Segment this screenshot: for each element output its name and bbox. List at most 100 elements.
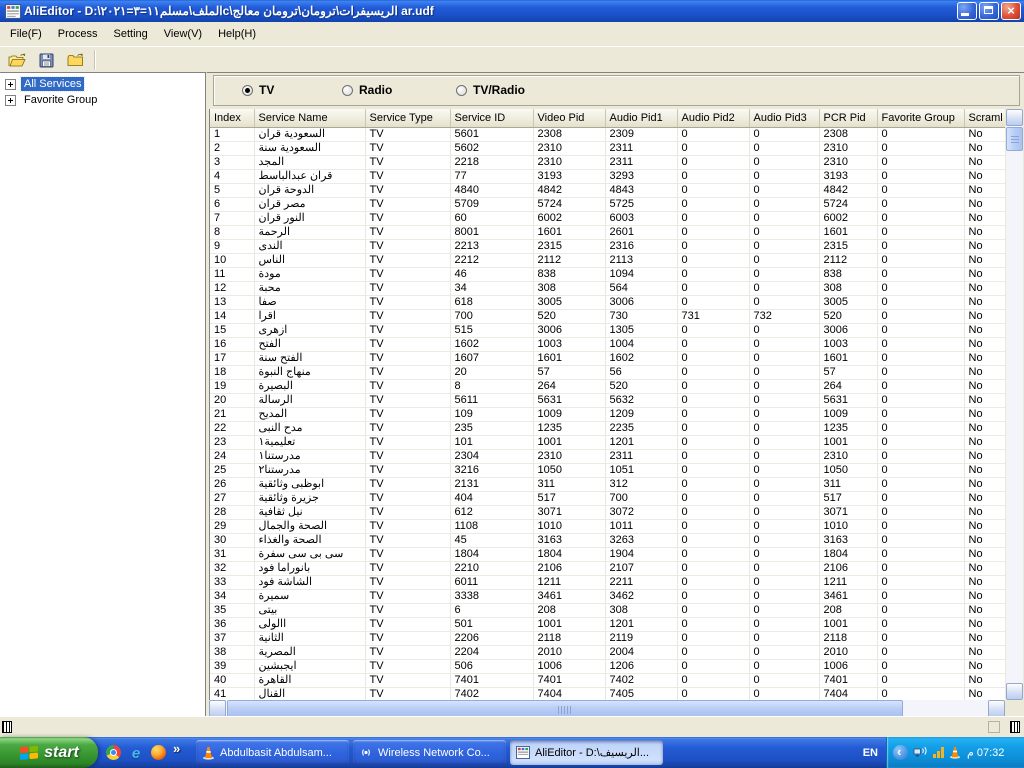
scroll-up-button[interactable]	[1006, 109, 1023, 126]
table-row[interactable]: 18منهاج النبوةTV20575600570No	[210, 365, 1005, 379]
hide-icons-chevron[interactable]	[893, 745, 908, 760]
column-header-service_id[interactable]: Service ID	[450, 109, 533, 127]
firefox-icon[interactable]	[151, 745, 166, 760]
menu-help[interactable]: Help(H)	[210, 25, 264, 43]
table-row[interactable]: 12محبةTV34308564003080No	[210, 281, 1005, 295]
table-row[interactable]: 10الناسTV2212211221130021120No	[210, 253, 1005, 267]
table-row[interactable]: 25مدرستنا٢TV3216105010510010500No	[210, 463, 1005, 477]
table-row[interactable]: 17الفتح سنةTV1607160116020016010No	[210, 351, 1005, 365]
table-row[interactable]: 33الشاشة فودTV6011121122110012110No	[210, 575, 1005, 589]
table-row[interactable]: 29الصحة والجمالTV1108101010110010100No	[210, 519, 1005, 533]
table-row[interactable]: 8الرحمةTV8001160126010016010No	[210, 225, 1005, 239]
table-cell: 700	[605, 491, 677, 505]
table-row[interactable]: 39ايجبشينTV506100612060010060No	[210, 659, 1005, 673]
task-button-vlc[interactable]: Abdulbasit Abdulsam...	[196, 740, 349, 765]
table-cell: 57	[819, 365, 877, 379]
table-row[interactable]: 19البصيرةTV8264520002640No	[210, 379, 1005, 393]
table-row[interactable]: 14اقراTV7005207307317325200No	[210, 309, 1005, 323]
table-row[interactable]: 3المجدTV2218231023110023100No	[210, 155, 1005, 169]
task-button-wireless[interactable]: Wireless Network Co...	[353, 740, 506, 765]
menu-process[interactable]: Process	[50, 25, 106, 43]
tray-wireless-icon[interactable]	[913, 746, 928, 759]
table-row[interactable]: 24مدرستنا١TV2304231023110023100No	[210, 449, 1005, 463]
scroll-down-button[interactable]	[1006, 683, 1023, 700]
horizontal-scrollbar[interactable]	[209, 700, 1005, 717]
scroll-left-button[interactable]	[209, 700, 226, 717]
table-row[interactable]: 22مدح النبىTV235123522350012350No	[210, 421, 1005, 435]
start-button[interactable]: start	[0, 737, 98, 768]
restore-button[interactable]	[979, 2, 999, 20]
table-row[interactable]: 11مودةTV468381094008380No	[210, 267, 1005, 281]
radio-tv-radio[interactable]: TV/Radio	[456, 83, 525, 97]
table-cell: منهاج النبوة	[254, 365, 365, 379]
tray-vlc-icon[interactable]	[949, 746, 961, 759]
vertical-scrollbar[interactable]	[1006, 109, 1023, 700]
close-button[interactable]: ×	[1001, 2, 1021, 20]
open-file-button[interactable]	[5, 49, 29, 71]
radio-radio[interactable]: Radio	[342, 83, 392, 97]
table-row[interactable]: 32بانوراما فودTV2210210621070021060No	[210, 561, 1005, 575]
scroll-right-button[interactable]	[988, 700, 1005, 717]
sidebar-item-favorite-group[interactable]: Favorite Group	[0, 92, 205, 108]
column-header-audio_pid1[interactable]: Audio Pid1	[605, 109, 677, 127]
quick-launch-overflow-chevron[interactable]: »	[173, 741, 180, 756]
save-button[interactable]	[34, 49, 58, 71]
column-header-scrambled[interactable]: Scraml	[964, 109, 1005, 127]
column-header-favorite_group[interactable]: Favorite Group	[877, 109, 964, 127]
table-row[interactable]: 2السعودية سنةTV5602231023110023100No	[210, 141, 1005, 155]
table-row[interactable]: 31سى بى سى سفرةTV1804180419040018040No	[210, 547, 1005, 561]
table-row[interactable]: 16الفتحTV1602100310040010030No	[210, 337, 1005, 351]
column-header-audio_pid2[interactable]: Audio Pid2	[677, 109, 749, 127]
expand-plus-icon[interactable]	[5, 79, 16, 90]
table-row[interactable]: 38المصريةTV2204201020040020100No	[210, 645, 1005, 659]
table-row[interactable]: 20الرسالةTV5611563156320056310No	[210, 393, 1005, 407]
chrome-icon[interactable]	[106, 745, 121, 760]
table-row[interactable]: 35بيتىTV6208308002080No	[210, 603, 1005, 617]
table-row[interactable]: 7النور قرانTV60600260030060020No	[210, 211, 1005, 225]
table-row[interactable]: 9الندىTV2213231523160023150No	[210, 239, 1005, 253]
radio-button-icon[interactable]	[342, 85, 353, 96]
vertical-scroll-thumb[interactable]	[1006, 127, 1023, 151]
column-header-index[interactable]: Index	[210, 109, 254, 127]
table-row[interactable]: 15ازهرىTV515300613050030060No	[210, 323, 1005, 337]
table-row[interactable]: 30الصحة والغذاءTV45316332630031630No	[210, 533, 1005, 547]
column-header-video_pid[interactable]: Video Pid	[533, 109, 605, 127]
column-header-service_type[interactable]: Service Type	[365, 109, 450, 127]
table-row[interactable]: 21المديحTV109100912090010090No	[210, 407, 1005, 421]
table-row[interactable]: 36االولىTV501100112010010010No	[210, 617, 1005, 631]
table-row[interactable]: 37الثانيةTV2206211821190021180No	[210, 631, 1005, 645]
signal-strength-icon[interactable]	[933, 747, 944, 758]
minimize-button[interactable]	[957, 2, 977, 20]
radio-button-icon[interactable]	[456, 85, 467, 96]
menu-view[interactable]: View(V)	[156, 25, 210, 43]
table-cell: 0	[677, 659, 749, 673]
table-row[interactable]: 27جزيرة وثائقيةTV404517700005170No	[210, 491, 1005, 505]
menu-setting[interactable]: Setting	[106, 25, 156, 43]
table-row[interactable]: 41القنالTV7402740474050074040No	[210, 687, 1005, 700]
table-row[interactable]: 1السعودية قرانTV5601230823090023080No	[210, 127, 1005, 141]
table-row[interactable]: 13صفاTV618300530060030050No	[210, 295, 1005, 309]
menu-file[interactable]: File(F)	[2, 25, 50, 43]
table-row[interactable]: 6مصر قرانTV5709572457250057240No	[210, 197, 1005, 211]
language-indicator[interactable]: EN	[863, 737, 878, 768]
table-row[interactable]: 26ابوظبى وثائقيةTV2131311312003110No	[210, 477, 1005, 491]
radio-button-icon[interactable]	[242, 85, 253, 96]
sidebar-item-all-services[interactable]: All Services	[0, 76, 205, 92]
column-header-audio_pid3[interactable]: Audio Pid3	[749, 109, 819, 127]
internet-explorer-icon[interactable]	[128, 745, 144, 761]
table-row[interactable]: 34سميرةTV3338346134620034610No	[210, 589, 1005, 603]
radio-tv[interactable]: TV	[242, 83, 274, 97]
tree-item-label[interactable]: Favorite Group	[21, 93, 100, 107]
open-folder-button[interactable]	[63, 49, 87, 71]
tree-item-label[interactable]: All Services	[21, 77, 84, 91]
column-header-pcr_pid[interactable]: PCR Pid	[819, 109, 877, 127]
table-row[interactable]: 5الدوحة قرانTV4840484248430048420No	[210, 183, 1005, 197]
table-row[interactable]: 23تعليمية١TV101100112010010010No	[210, 435, 1005, 449]
column-header-service_name[interactable]: Service Name	[254, 109, 365, 127]
expand-plus-icon[interactable]	[5, 95, 16, 106]
table-row[interactable]: 40القاهرةTV7401740174020074010No	[210, 673, 1005, 687]
table-row[interactable]: 4قران عبدالباسطTV77319332930031930No	[210, 169, 1005, 183]
table-row[interactable]: 28نيل ثقافيةTV612307130720030710No	[210, 505, 1005, 519]
task-button-alieditor[interactable]: AliEditor - D:\الريسيف...	[510, 740, 663, 765]
horizontal-scroll-thumb[interactable]	[227, 700, 903, 717]
